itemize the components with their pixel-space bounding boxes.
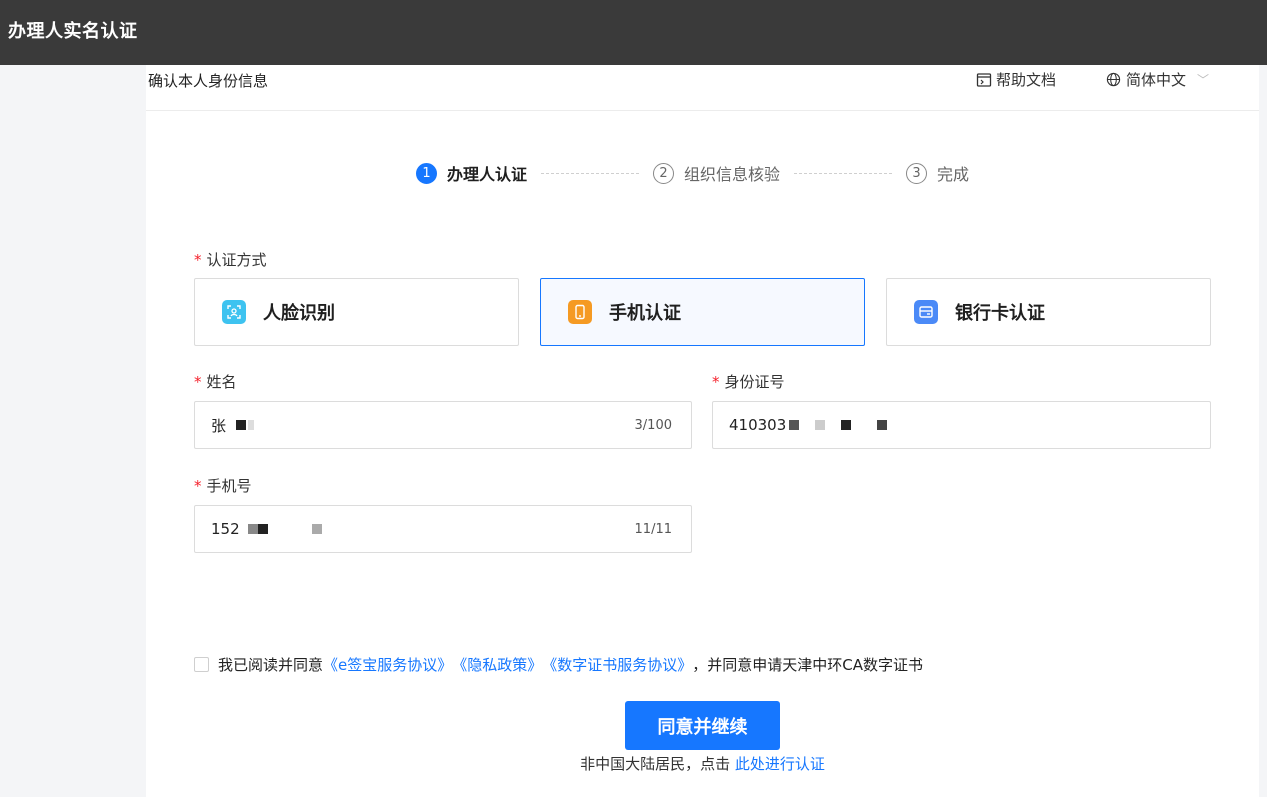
redaction-block bbox=[877, 420, 888, 430]
step-2-label: 组织信息核验 bbox=[684, 165, 781, 184]
phone-value: 152 bbox=[211, 520, 240, 538]
privacy-policy-link[interactable]: 《隐私政策》 bbox=[452, 654, 542, 675]
method-face-label: 人脸识别 bbox=[263, 303, 335, 324]
id-number-label: * 身份证号 bbox=[712, 373, 785, 391]
agreement-checkbox[interactable] bbox=[194, 657, 209, 672]
bank-card-icon bbox=[914, 300, 938, 324]
agreement-row: 我已阅读并同意 《e签宝服务协议》 《隐私政策》 《数字证书服务协议》 ，并同意… bbox=[194, 654, 923, 675]
redaction-block bbox=[257, 524, 268, 534]
language-label: 简体中文 bbox=[1126, 71, 1187, 89]
agree-continue-button[interactable]: 同意并继续 bbox=[625, 701, 780, 750]
digital-certificate-agreement-link[interactable]: 《数字证书服务协议》 bbox=[542, 654, 692, 675]
help-docs-link[interactable]: 帮助文档 bbox=[976, 69, 1056, 90]
phone-char-count: 11/11 bbox=[634, 521, 672, 537]
id-number-input[interactable]: 410303 bbox=[712, 401, 1211, 449]
page-title: 确认本人身份信息 bbox=[148, 72, 269, 90]
help-docs-label: 帮助文档 bbox=[996, 71, 1057, 89]
name-char-count: 3/100 bbox=[634, 417, 672, 433]
name-label: * 姓名 bbox=[194, 373, 237, 391]
progress-steps: 1 办理人认证 2 组织信息核验 3 完成 bbox=[416, 161, 969, 185]
required-mark: * bbox=[194, 251, 202, 269]
method-bank-card[interactable]: 银行卡认证 bbox=[886, 278, 1211, 346]
top-bar: 办理人实名认证 bbox=[0, 0, 1267, 65]
redaction-block bbox=[311, 524, 322, 534]
card-header: 确认本人身份信息 帮助文档 简体中文 ﹀ bbox=[146, 65, 1259, 111]
main-card: 确认本人身份信息 帮助文档 简体中文 ﹀ 1 办理人认证 2 组织信息核验 3 … bbox=[146, 65, 1259, 797]
step-2: 2 组织信息核验 bbox=[653, 161, 780, 185]
method-phone-label: 手机认证 bbox=[609, 303, 681, 324]
globe-icon bbox=[1106, 72, 1121, 87]
redaction-block bbox=[247, 524, 258, 534]
language-selector[interactable]: 简体中文 ﹀ bbox=[1106, 69, 1209, 90]
name-input[interactable]: 张 3/100 bbox=[194, 401, 692, 449]
required-mark: * bbox=[712, 373, 720, 391]
step-3: 3 完成 bbox=[906, 161, 969, 185]
step-1-label: 办理人认证 bbox=[447, 165, 528, 184]
method-phone[interactable]: 手机认证 bbox=[540, 278, 865, 346]
esign-service-agreement-link[interactable]: 《e签宝服务协议》 bbox=[323, 654, 452, 675]
non-resident-text: 非中国大陆居民，点击 bbox=[580, 755, 735, 773]
id-number-value: 410303 bbox=[729, 416, 787, 434]
document-icon bbox=[976, 72, 992, 87]
required-mark: * bbox=[194, 477, 202, 495]
required-mark: * bbox=[194, 373, 202, 391]
redaction-block bbox=[815, 420, 826, 430]
name-value: 张 bbox=[211, 416, 227, 435]
step-1: 1 办理人认证 bbox=[416, 161, 527, 185]
step-3-label: 完成 bbox=[937, 165, 970, 184]
phone-label: * 手机号 bbox=[194, 477, 252, 495]
non-resident-auth-link[interactable]: 此处进行认证 bbox=[735, 755, 825, 773]
auth-method-label: * 认证方式 bbox=[194, 251, 267, 269]
redaction-block bbox=[236, 420, 247, 430]
step-1-number: 1 bbox=[416, 162, 437, 184]
step-2-number: 2 bbox=[653, 162, 675, 184]
redaction-block bbox=[841, 420, 852, 430]
phone-input[interactable]: 152 11/11 bbox=[194, 505, 692, 553]
app-title: 办理人实名认证 bbox=[8, 21, 138, 42]
phone-icon bbox=[568, 300, 592, 324]
step-divider bbox=[794, 172, 893, 174]
method-bank-label: 银行卡认证 bbox=[955, 303, 1045, 324]
redaction-block bbox=[248, 420, 255, 430]
agreement-suffix: ，并同意申请天津中环CA数字证书 bbox=[692, 656, 924, 674]
redaction-block bbox=[789, 420, 800, 430]
agreement-prefix: 我已阅读并同意 bbox=[218, 656, 324, 674]
step-3-number: 3 bbox=[906, 162, 928, 184]
chevron-down-icon: ﹀ bbox=[1197, 73, 1210, 87]
face-scan-icon bbox=[222, 300, 246, 324]
non-resident-note: 非中国大陆居民，点击 此处进行认证 bbox=[146, 753, 1259, 774]
method-face-recognition[interactable]: 人脸识别 bbox=[194, 278, 519, 346]
step-divider bbox=[541, 172, 640, 174]
